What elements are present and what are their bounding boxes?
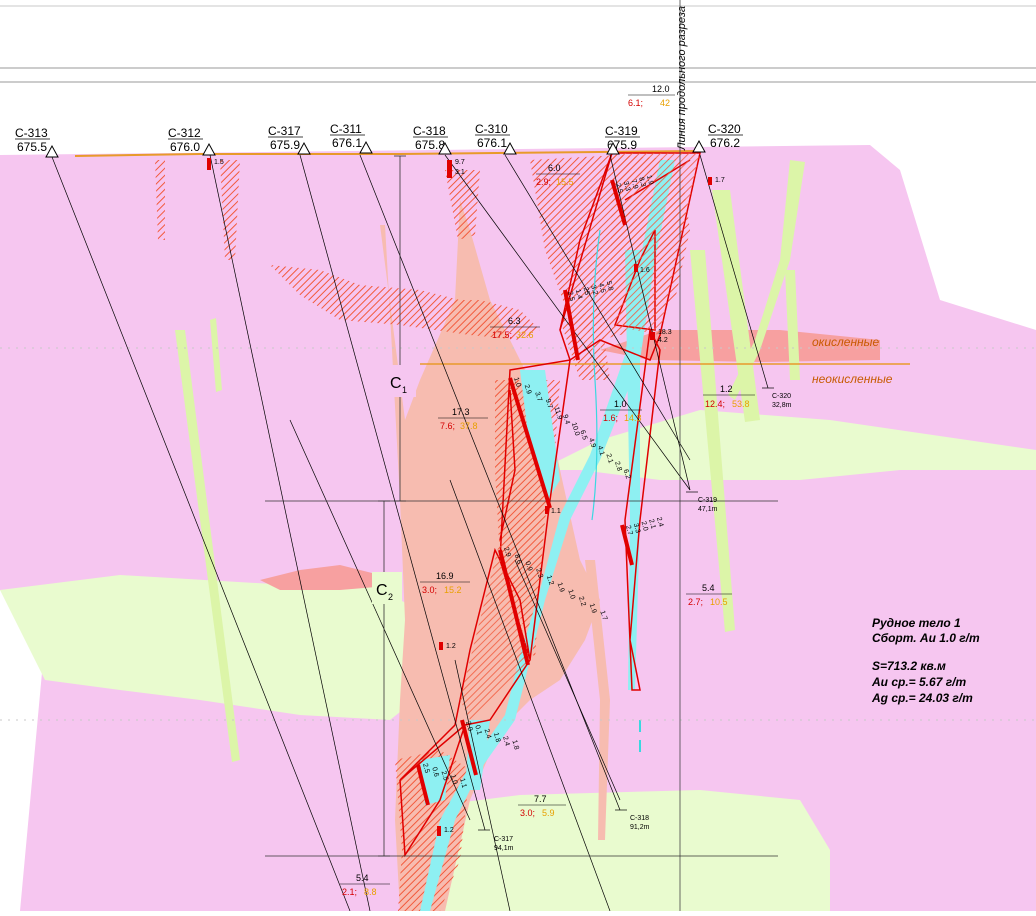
interval-ag: 10.5: [710, 597, 728, 607]
interval-ag: 14.3: [624, 413, 642, 423]
frame-lines: [0, 5, 1036, 83]
bottom-hole-depth: 91,2m: [630, 824, 650, 831]
interval-au: 3.0;: [422, 585, 437, 595]
interval-ag: 53.8: [732, 399, 750, 409]
zone-label-oxidized: окисленные: [812, 335, 879, 349]
borehole-elevation: 675.5: [17, 140, 47, 154]
sample-value: 1.7: [715, 177, 725, 184]
sample-value: 1.6: [640, 267, 650, 274]
borehole-header: С-311 676.1: [330, 122, 373, 154]
interval-thickness: 5.4: [356, 873, 369, 883]
zone-label-unoxidized: неокисленные: [812, 372, 893, 386]
summary-ag-average: Ag ср.= 24.03 г/т: [871, 691, 973, 705]
summary-au-average: Au ср.= 5.67 г/т: [871, 675, 966, 689]
borehole-header: С-313 675.5: [15, 126, 59, 158]
borehole-elevation: 676.1: [477, 136, 507, 150]
interval-ag: 42: [660, 98, 670, 108]
borehole-elevation: 676.0: [170, 140, 200, 154]
interval-ag: 32.6: [516, 330, 534, 340]
interval-au: 3.0;: [520, 808, 535, 818]
interval-thickness: 17.3: [452, 407, 470, 417]
interval-thickness: 1.0: [614, 399, 627, 409]
bottom-hole-depth: 47,1m: [698, 506, 718, 513]
borehole-collar-icon: [692, 139, 706, 153]
borehole-collar-icon: [45, 144, 59, 158]
sample-value: 1.2: [444, 827, 454, 834]
bottom-hole-name: С-319: [698, 497, 717, 504]
interval-au: 2.7;: [688, 597, 703, 607]
borehole-name: С-317: [268, 124, 301, 138]
interval-ag: 5.9: [542, 808, 555, 818]
interval-label: 12.0 6.1; 42: [628, 84, 675, 108]
block-label-c1: С 1: [386, 365, 416, 397]
block-c1-subscript: 1: [402, 385, 407, 395]
borehole-name: С-311: [330, 122, 362, 136]
borehole-header: С-318 675.8: [413, 124, 452, 155]
borehole-name: С-313: [15, 126, 48, 140]
interval-thickness: 1.2: [720, 384, 733, 394]
block-c2-subscript: 2: [388, 592, 393, 602]
interval-thickness: 16.9: [436, 571, 454, 581]
borehole-header: С-312 676.0: [168, 126, 216, 156]
interval-thickness: 12.0: [652, 84, 670, 94]
summary-cutoff: Сборт. Au 1.0 г/т: [872, 631, 980, 645]
block-c2-letter: С: [376, 582, 388, 599]
sample-value: 9.7: [455, 159, 465, 166]
sample-value: 1.1: [551, 508, 561, 515]
bottom-hole-name: С-320: [772, 393, 791, 400]
profile-line-label: Линия продольного разреза: [676, 6, 688, 151]
geological-cross-section: Линия продольного разреза С 1 С 2 окисле…: [0, 0, 1036, 912]
interval-thickness: 5.4: [702, 583, 715, 593]
borehole-header: С-320 676.2: [692, 122, 743, 153]
borehole-header: С-317 675.9: [268, 124, 311, 155]
interval-au: 2.9;: [536, 177, 551, 187]
borehole-elevation: 675.9: [270, 138, 300, 152]
interval-au: 6.1;: [628, 98, 643, 108]
interval-ag: 37.8: [460, 421, 478, 431]
sample-value: 4.2: [658, 337, 668, 344]
summary-title: Рудное тело 1: [872, 616, 961, 630]
sample-value: 3.1: [455, 169, 465, 176]
interval-au: 2.1;: [342, 887, 357, 897]
interval-ag: 15.5: [556, 177, 574, 187]
borehole-elevation: 676.2: [710, 136, 740, 150]
sample-value: 1.5: [214, 159, 224, 166]
interval-au: 7.6;: [440, 421, 455, 431]
bottom-hole-depth: 94,1m: [494, 845, 514, 852]
interval-au: 12.4;: [705, 399, 725, 409]
interval-ag: 15.2: [444, 585, 462, 595]
interval-thickness: 6.0: [548, 163, 561, 173]
borehole-name: С-319: [605, 124, 638, 138]
interval-thickness: 7.7: [534, 794, 547, 804]
borehole-name: С-318: [413, 124, 446, 138]
borehole-header: С-310 676.1: [475, 122, 517, 155]
interval-thickness: 6.3: [508, 316, 521, 326]
borehole-header: С-319 675.9: [605, 124, 640, 155]
interval-au: 17.5;: [492, 330, 512, 340]
cross-section-canvas: Линия продольного разреза С 1 С 2 окисле…: [0, 0, 1036, 912]
block-label-c2: С 2: [372, 572, 402, 604]
sample-value: 1.2: [446, 643, 456, 650]
borehole-name: С-320: [708, 122, 741, 136]
interval-au: 1.6;: [603, 413, 618, 423]
bottom-hole-name: С-317: [494, 836, 513, 843]
bottom-hole-name: С-318: [630, 815, 649, 822]
summary-area: S=713.2 кв.м: [872, 659, 946, 673]
sample-value: 18.3: [658, 329, 672, 336]
borehole-name: С-312: [168, 126, 201, 140]
interval-ag: 8.8: [364, 887, 377, 897]
borehole-collar-icon: [202, 142, 216, 156]
borehole-elevation: 676.1: [332, 136, 362, 150]
borehole-name: С-310: [475, 122, 508, 136]
bottom-hole-depth: 32,8m: [772, 402, 792, 409]
block-c1-letter: С: [390, 375, 402, 392]
